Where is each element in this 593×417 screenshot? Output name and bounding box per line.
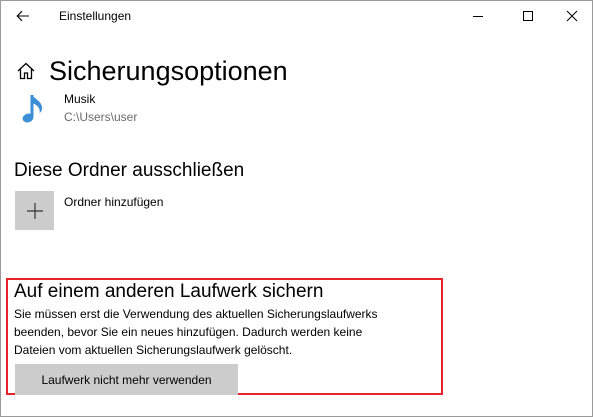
folder-path: C:\Users\user [64, 110, 138, 124]
add-folder-button[interactable] [15, 191, 54, 230]
maximize-button[interactable] [505, 1, 551, 31]
music-note-icon [22, 95, 43, 123]
page-header: Sicherungsoptionen [15, 55, 288, 87]
folder-name: Musik [64, 92, 96, 106]
title-bar: Einstellungen [1, 1, 592, 31]
info-line: Sie müssen erst die Verwendung des aktue… [14, 307, 378, 321]
close-icon [566, 10, 578, 22]
plus-icon [26, 202, 43, 219]
exclude-folders-heading: Diese Ordner ausschließen [14, 160, 245, 181]
window-title: Einstellungen [59, 9, 132, 23]
page-title: Sicherungsoptionen [49, 56, 288, 86]
back-button[interactable] [9, 4, 37, 28]
minimize-icon [473, 16, 483, 17]
minimize-button[interactable] [455, 1, 501, 31]
other-drive-info: Sie müssen erst die Verwendung des aktue… [14, 305, 439, 359]
settings-window: Einstellungen Sicherungsoptionen Musik C… [0, 0, 593, 417]
stop-using-drive-button[interactable]: Laufwerk nicht mehr verwenden [15, 364, 238, 395]
other-drive-heading: Auf einem anderen Laufwerk sichern [14, 281, 324, 302]
add-folder-label: Ordner hinzufügen [64, 195, 164, 209]
home-icon [17, 62, 35, 80]
close-button[interactable] [549, 1, 592, 31]
info-line: Dateien vom aktuellen Sicherungslaufwerk… [14, 343, 293, 357]
home-button[interactable] [15, 60, 37, 82]
maximize-icon [523, 11, 533, 21]
back-arrow-icon [16, 10, 29, 22]
info-line: beenden, bevor Sie ein neues hinzufügen.… [14, 325, 363, 339]
